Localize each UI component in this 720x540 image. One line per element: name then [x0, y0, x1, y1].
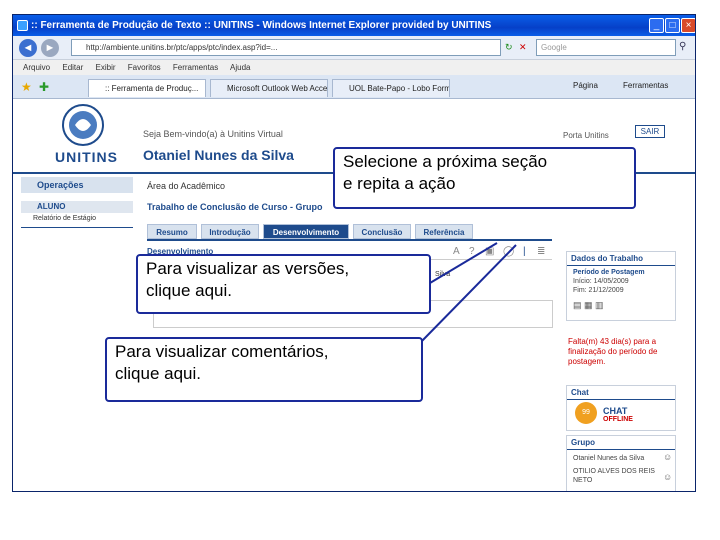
callout-secao-line1: Selecione a próxima seção	[343, 152, 548, 171]
callout-secao-line2: e repita a ação	[343, 174, 456, 193]
callout-comentarios-line2: clique aqui.	[115, 364, 202, 383]
callout-versoes-line1: Para visualizar as versões,	[146, 259, 350, 278]
callout-versoes-line2: clique aqui.	[146, 281, 233, 300]
callout-versoes: Para visualizar as versões, clique aqui.	[136, 254, 431, 314]
callout-comentarios: Para visualizar comentários, clique aqui…	[105, 337, 423, 402]
callout-proxima-secao: Selecione a próxima seção e repita a açã…	[333, 147, 636, 209]
callout-comentarios-line1: Para visualizar comentários,	[115, 342, 329, 361]
